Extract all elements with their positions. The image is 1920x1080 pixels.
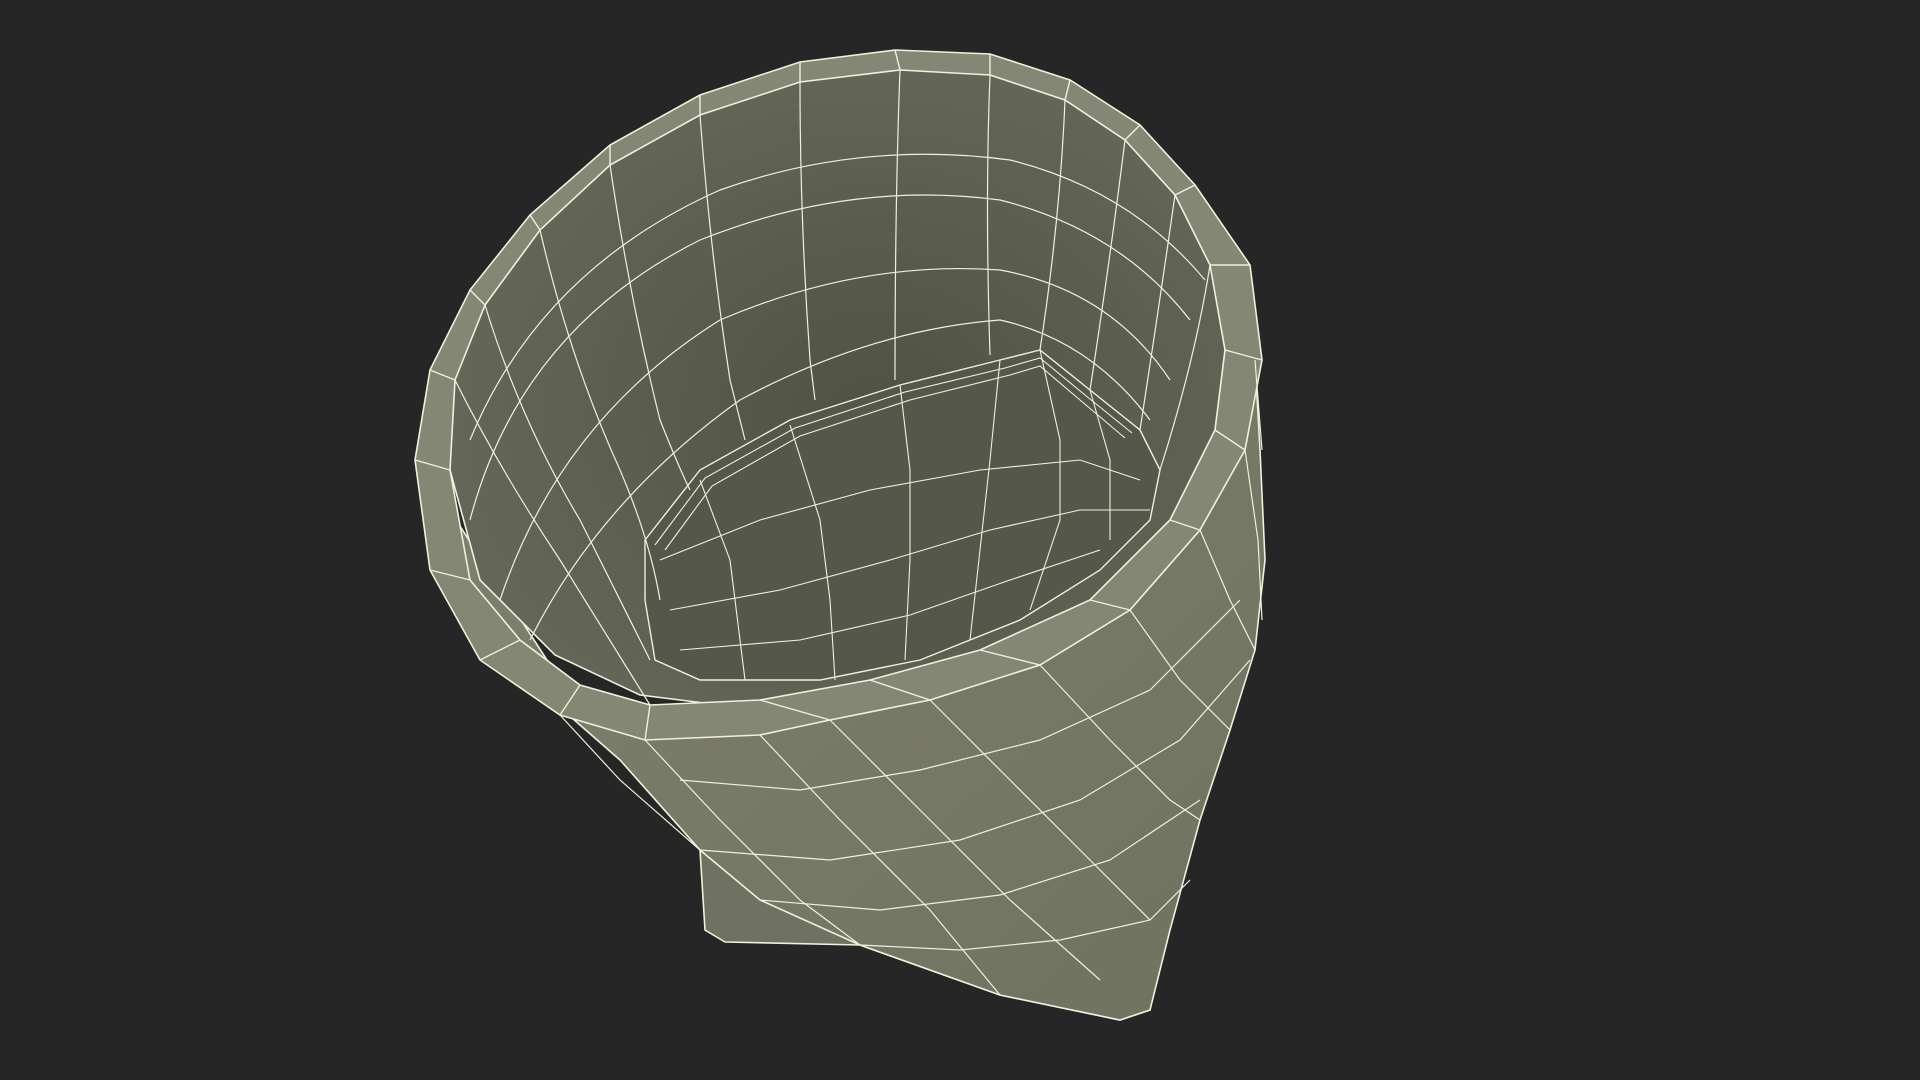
wireframe-model (414, 49, 1266, 1021)
3d-viewport[interactable] (0, 0, 1920, 1080)
